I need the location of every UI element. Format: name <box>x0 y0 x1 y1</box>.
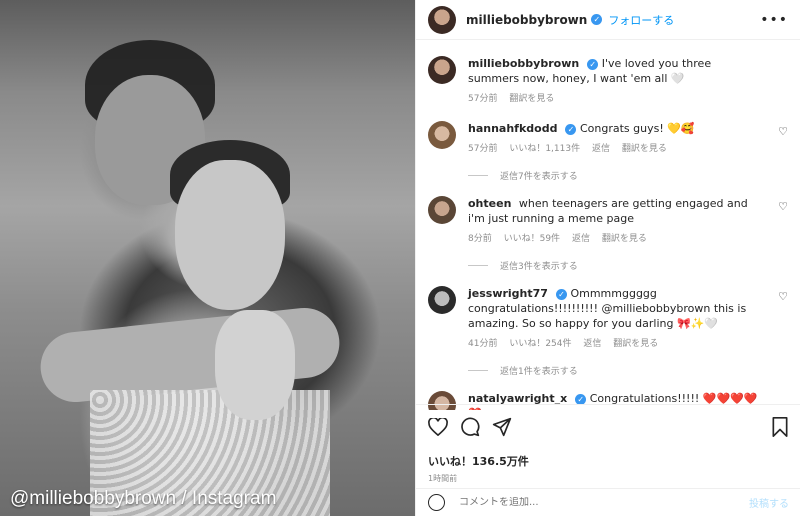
reply-button[interactable]: 返信 <box>592 144 610 154</box>
caption-username[interactable]: milliebobbybrown <box>468 57 579 70</box>
comment-username[interactable]: jesswright77 <box>468 287 548 300</box>
post-side-panel: milliebobbybrown ✓ フォローする ••• milliebobb… <box>415 0 800 516</box>
post-actions: いいね！136.5万件 1時間前 <box>416 404 800 484</box>
likes-count[interactable]: いいね！136.5万件 <box>428 453 789 469</box>
view-replies-button[interactable]: 返信1件を表示する <box>468 364 788 377</box>
avatar[interactable] <box>428 121 456 149</box>
translate-link[interactable]: 翻訳を見る <box>602 234 647 244</box>
comment-text: Congrats guys! 💛🥰 <box>579 122 695 135</box>
verified-badge-icon: ✓ <box>565 123 577 135</box>
comment-time[interactable]: 41分前 <box>468 339 497 349</box>
translate-link[interactable]: 翻訳を見る <box>622 144 667 154</box>
comment: jesswright77 ✓ Ommmmggggg congratulations… <box>428 286 788 352</box>
view-replies-button[interactable]: 返信3件を表示する <box>468 259 788 272</box>
replies-divider <box>468 175 488 176</box>
verified-badge-icon: ✓ <box>591 14 603 25</box>
comments-list[interactable]: milliebobbybrown ✓ I've loved you three s… <box>416 40 800 410</box>
comment-time[interactable]: 57分前 <box>468 144 497 154</box>
add-comment-bar: 投稿する <box>416 488 800 516</box>
caption-time[interactable]: 57分前 <box>468 94 497 104</box>
post-header: milliebobbybrown ✓ フォローする ••• <box>416 0 800 40</box>
comment-username[interactable]: hannahfkdodd <box>468 122 557 135</box>
comment-time[interactable]: 8分前 <box>468 234 492 244</box>
post-comment-button[interactable]: 投稿する <box>749 495 789 510</box>
post-photo[interactable]: @milliebobbybrown / Instagram <box>0 0 415 516</box>
emoji-smile-icon[interactable] <box>428 494 445 511</box>
translate-link[interactable]: 翻訳を見る <box>613 339 658 349</box>
caption: milliebobbybrown ✓ I've loved you three s… <box>428 56 788 107</box>
comment-likes[interactable]: いいね！1,113件 <box>509 144 580 154</box>
comment: hannahfkdodd ✓ Congrats guys! 💛🥰 57分前 いいね… <box>428 121 788 157</box>
like-comment-heart-icon[interactable]: ♡ <box>778 125 788 138</box>
reply-button[interactable]: 返信 <box>583 339 601 349</box>
photo-figure-face <box>175 160 285 310</box>
verified-badge-icon: ✓ <box>555 288 567 300</box>
comment-bubble-icon[interactable] <box>460 417 480 437</box>
avatar[interactable] <box>428 5 456 34</box>
bookmark-icon[interactable] <box>771 417 789 437</box>
comment-username[interactable]: ohteen <box>468 197 511 210</box>
photo-credit: @milliebobbybrown / Instagram <box>10 488 277 509</box>
avatar[interactable] <box>428 286 456 314</box>
comment-likes[interactable]: いいね！59件 <box>504 234 560 244</box>
like-comment-heart-icon[interactable]: ♡ <box>778 290 788 303</box>
avatar[interactable] <box>428 196 456 224</box>
translate-link[interactable]: 翻訳を見る <box>509 94 554 104</box>
verified-badge-icon: ✓ <box>575 393 587 405</box>
view-replies-button[interactable]: 返信7件を表示する <box>468 169 788 182</box>
header-username[interactable]: milliebobbybrown <box>466 13 587 27</box>
verified-badge-icon: ✓ <box>587 58 599 70</box>
more-options-icon[interactable]: ••• <box>760 12 788 28</box>
comment: ohteen when teenagers are getting engage… <box>428 196 788 247</box>
photo-hand-with-ring <box>215 310 295 420</box>
like-heart-icon[interactable] <box>428 418 448 436</box>
post-time-ago[interactable]: 1時間前 <box>428 473 789 484</box>
replies-divider <box>468 265 488 266</box>
avatar[interactable] <box>428 56 456 84</box>
share-send-icon[interactable] <box>492 417 512 437</box>
replies-divider <box>468 370 488 371</box>
view-replies-label: 返信1件を表示する <box>500 367 578 377</box>
view-replies-label: 返信7件を表示する <box>500 172 578 182</box>
follow-button[interactable]: フォローする <box>608 12 674 28</box>
reply-button[interactable]: 返信 <box>572 234 590 244</box>
view-replies-label: 返信3件を表示する <box>500 262 578 272</box>
comment-likes[interactable]: いいね！254件 <box>509 339 571 349</box>
comment-input[interactable] <box>459 497 729 508</box>
like-comment-heart-icon[interactable]: ♡ <box>778 200 788 213</box>
